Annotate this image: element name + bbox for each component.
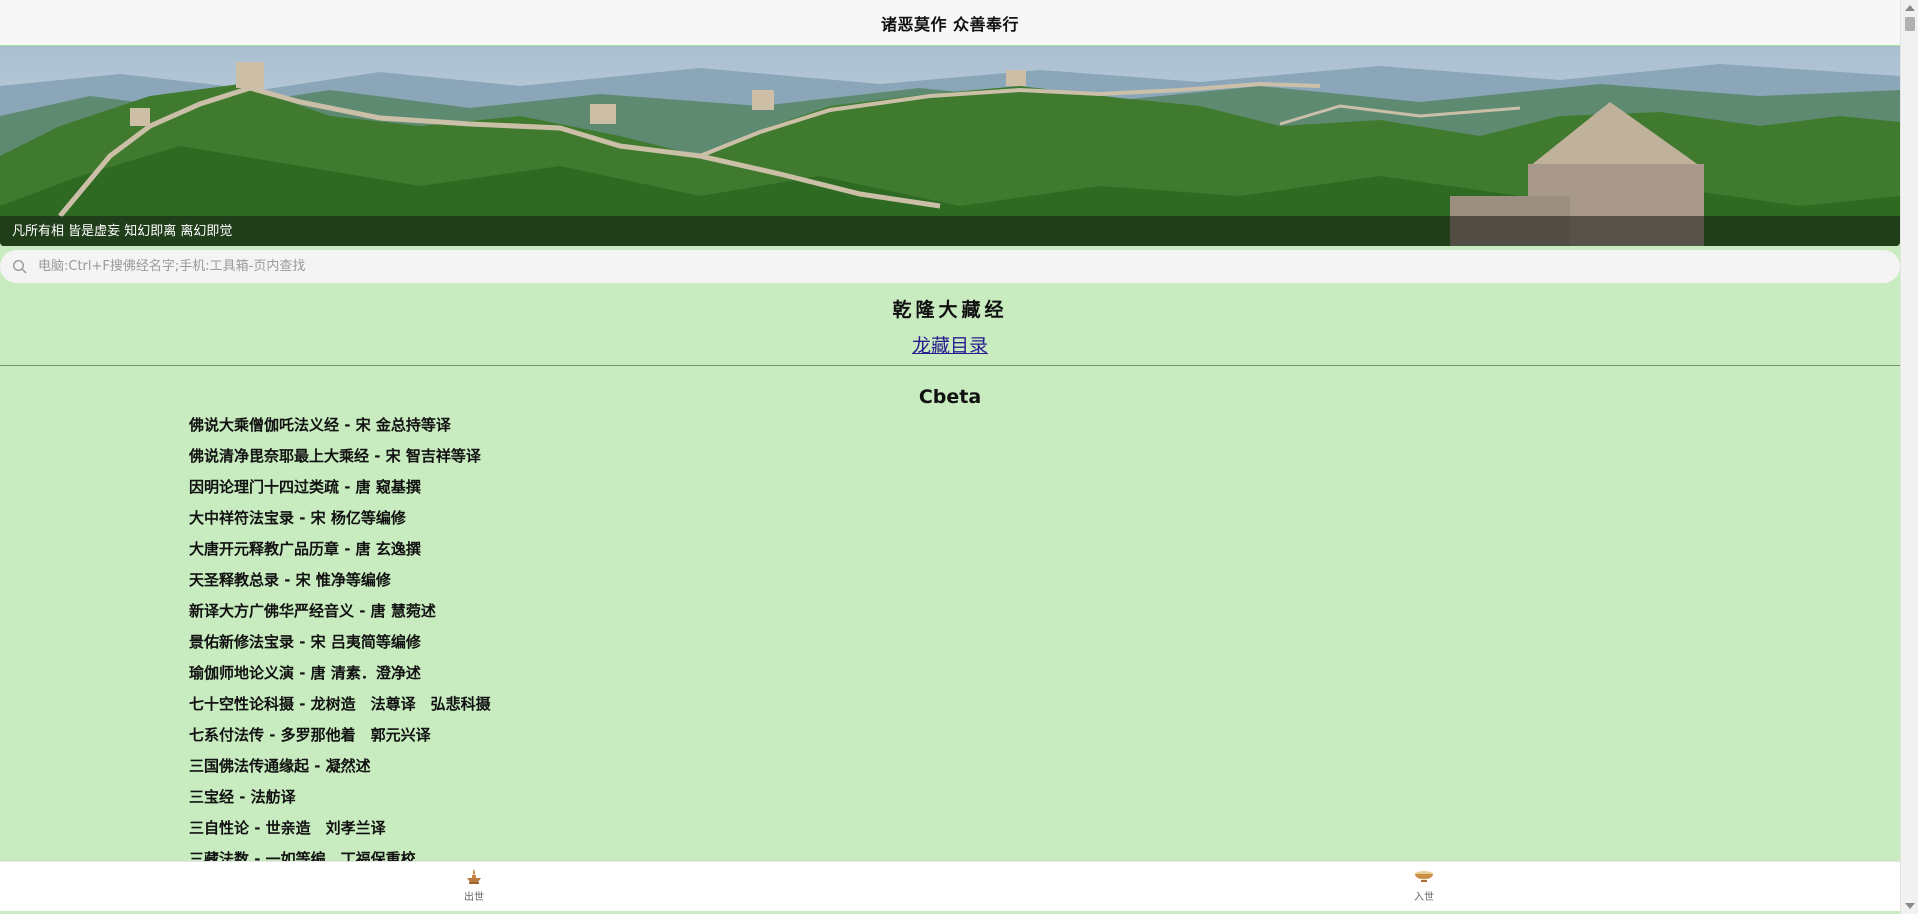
- search-bar: [0, 250, 1900, 283]
- collection-title: 乾隆大藏经: [892, 299, 1008, 321]
- section-title: Cbeta: [918, 386, 982, 408]
- page: 诸恶莫作 众善奉行 凡所有相 皆是虚妄 知幻即离 离幻即觉 电脑:Ctrl+F搜…: [0, 0, 1900, 914]
- sutra-link[interactable]: 景佑新修法宝录 - 宋 吕夷简等编修: [189, 629, 491, 660]
- divider: [0, 365, 1900, 366]
- nav-label-chushi: 出世: [464, 892, 484, 903]
- bowl-icon: [1415, 871, 1433, 882]
- bottom-nav: 出世 入世: [0, 861, 1900, 912]
- catalog-link[interactable]: 龙藏目录: [0, 331, 1900, 358]
- sutra-link[interactable]: 新译大方广佛华严经音义 - 唐 慧菀述: [189, 598, 491, 629]
- sutra-link[interactable]: 三宝经 - 法舫译: [189, 784, 491, 815]
- sutra-link[interactable]: 天圣释教总录 - 宋 惟净等编修: [189, 567, 491, 598]
- vertical-scrollbar[interactable]: [1900, 0, 1918, 914]
- banner-caption-bar: [0, 216, 1900, 246]
- nav-item-chushi[interactable]: 出世: [444, 868, 504, 903]
- sutra-link[interactable]: 因明论理门十四过类疏 - 唐 窥基撰: [189, 474, 491, 505]
- top-bar: 诸恶莫作 众善奉行: [0, 0, 1900, 46]
- scroll-up-arrow-icon[interactable]: [1905, 5, 1915, 11]
- sutra-link[interactable]: 瑜伽师地论义演 - 唐 清素．澄净述: [189, 660, 491, 691]
- sutra-link[interactable]: 三自性论 - 世亲造 刘孝兰译: [189, 815, 491, 846]
- search-icon: [12, 259, 27, 273]
- sutra-link[interactable]: 佛说清净毘奈耶最上大乘经 - 宋 智吉祥等译: [189, 443, 491, 474]
- lamp-icon: [467, 869, 481, 884]
- scrollbar-thumb[interactable]: [1905, 17, 1915, 31]
- banner-caption: 凡所有相 皆是虚妄 知幻即离 离幻即觉: [12, 224, 233, 239]
- search-input[interactable]: [36, 258, 1900, 275]
- scroll-down-arrow-icon[interactable]: [1905, 903, 1915, 909]
- sutra-link[interactable]: 大唐开元释教广品历章 - 唐 玄逸撰: [189, 536, 491, 567]
- page-header-title: 诸恶莫作 众善奉行: [880, 14, 1020, 34]
- banner: 凡所有相 皆是虚妄 知幻即离 离幻即觉: [0, 46, 1900, 246]
- sutra-link[interactable]: 大中祥符法宝录 - 宋 杨亿等编修: [189, 505, 491, 536]
- nav-item-rushi[interactable]: 入世: [1394, 868, 1454, 903]
- sutra-link[interactable]: 三国佛法传通缘起 - 凝然述: [189, 753, 491, 784]
- sutra-link[interactable]: 七十空性论科摄 - 龙树造 法尊译 弘悲科摄: [189, 691, 491, 722]
- sutra-link[interactable]: 七系付法传 - 多罗那他着 郭元兴译: [189, 722, 491, 753]
- sutra-link[interactable]: 佛说大乘僧伽吒法义经 - 宋 金总持等译: [189, 412, 491, 443]
- nav-label-rushi: 入世: [1414, 892, 1434, 903]
- sutra-list: 佛说大乘僧伽吒法义经 - 宋 金总持等译 佛说清净毘奈耶最上大乘经 - 宋 智吉…: [189, 412, 491, 877]
